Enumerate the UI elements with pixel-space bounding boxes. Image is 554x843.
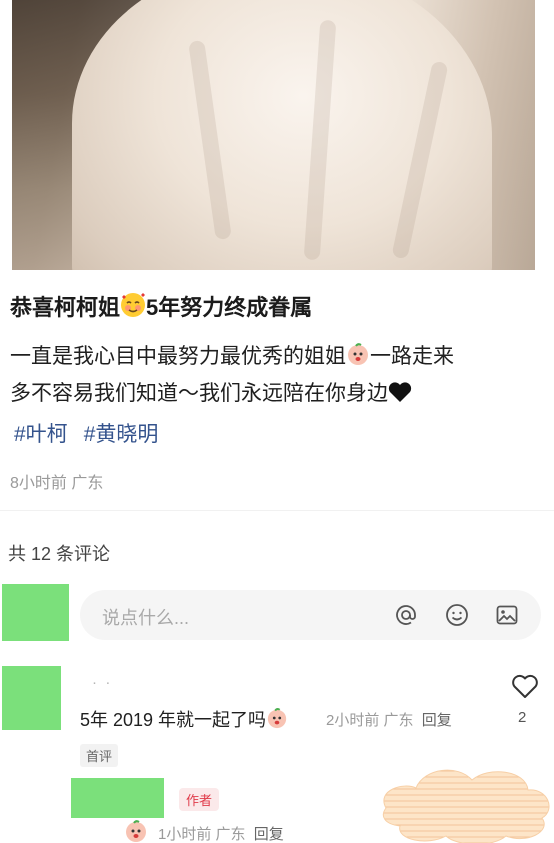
- cloud-sticker-icon: [382, 769, 550, 843]
- post-photo[interactable]: [12, 0, 535, 270]
- post-meta: 8小时前 广东: [10, 475, 104, 492]
- black-heart-emoji-icon: [388, 381, 412, 403]
- comment-meta: 1小时前 广东 回复: [126, 820, 284, 843]
- comment-meta: 2小时前 广东 回复: [326, 709, 452, 730]
- reply-button[interactable]: 回复: [422, 712, 452, 729]
- post-body: 一直是我心目中最努力最优秀的姐姐 一路走来 多不容易我们知道～我们永远陪在你身边: [10, 338, 540, 412]
- smiley-icon[interactable]: [445, 603, 469, 627]
- post-body-line2: 多不容易我们知道～我们永远陪在你身边: [10, 382, 388, 405]
- comment-text-body: 5年 2019 年就一起了吗: [80, 710, 267, 730]
- avatar[interactable]: [2, 584, 69, 641]
- peach-face-emoji-icon: [124, 819, 148, 843]
- reply-button[interactable]: 回复: [254, 826, 284, 843]
- peach-face-emoji-icon: [266, 707, 288, 729]
- smiling-hearts-emoji-icon: [120, 292, 146, 318]
- post-body-line1a: 一直是我心目中最努力最优秀的姐姐: [10, 345, 346, 368]
- avatar[interactable]: [2, 666, 61, 730]
- post-title: 恭喜柯柯姐 5年努力终成眷属: [10, 290, 312, 322]
- author-name[interactable]: [71, 778, 164, 818]
- comment-time: 1小时前 广东: [158, 826, 246, 843]
- comment-time: 2小时前 广东: [326, 712, 414, 729]
- like-count: 2: [518, 709, 527, 726]
- post-tags: #叶柯 #黄晓明: [14, 418, 174, 448]
- heart-icon[interactable]: [511, 673, 539, 699]
- comment-input[interactable]: 说点什么...: [80, 590, 541, 640]
- comment-count: 共 12 条评论: [8, 544, 111, 564]
- post-body-line1b: 一路走来: [370, 345, 454, 368]
- post-title-part2: 5年努力终成眷属: [146, 295, 313, 320]
- tag-link[interactable]: #叶柯: [14, 423, 68, 446]
- post-title-part1: 恭喜柯柯姐: [10, 295, 121, 320]
- divider: [0, 510, 554, 511]
- tag-link[interactable]: #黄晓明: [84, 423, 159, 446]
- peach-face-emoji-icon: [346, 342, 370, 366]
- comment-input-placeholder: 说点什么...: [102, 608, 190, 628]
- first-comment-badge: 首评: [80, 744, 119, 767]
- comment-text: 5年 2019 年就一起了吗: [80, 706, 288, 732]
- at-icon[interactable]: [394, 603, 418, 627]
- comment-author-name-blurred: · ·: [92, 674, 111, 691]
- image-icon[interactable]: [495, 603, 519, 627]
- author-badge: 作者: [179, 788, 220, 811]
